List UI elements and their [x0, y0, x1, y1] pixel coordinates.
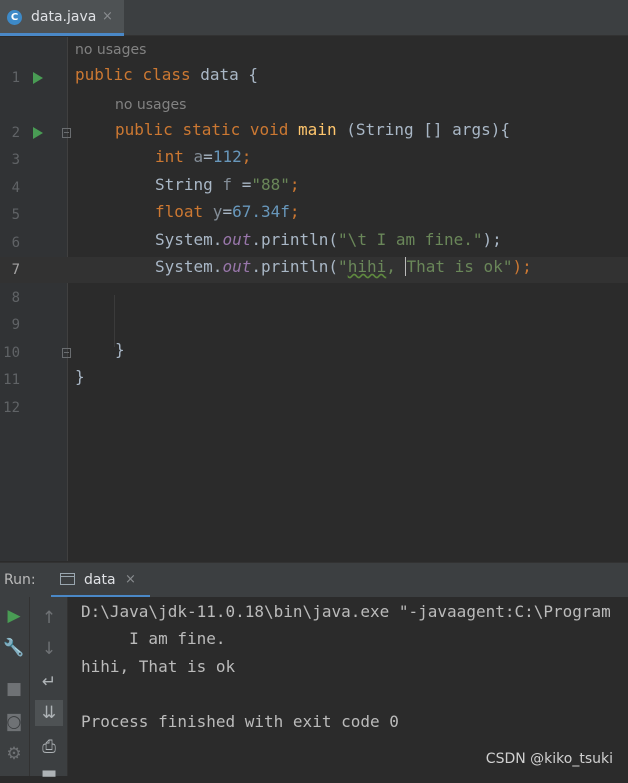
- console-line: Process finished with exit code 0: [81, 712, 399, 731]
- console-line: D:\Java\jdk-11.0.18\bin\java.exe "-javaa…: [81, 602, 611, 621]
- code-line-5[interactable]: 5 float y=67.34f;: [0, 202, 628, 228]
- run-toolbar-right: ↑ ↓ ↵ ⇊ ⎙ ▬: [30, 597, 68, 783]
- scroll-to-end-icon[interactable]: ⇊: [35, 700, 63, 726]
- fold-end-icon[interactable]: [62, 348, 71, 358]
- code-line-12[interactable]: 12: [0, 395, 628, 421]
- run-tab-label: data: [84, 572, 116, 588]
- stop-icon[interactable]: ■: [3, 679, 25, 699]
- rerun-icon[interactable]: ▶: [3, 606, 25, 626]
- fold-icon[interactable]: [62, 128, 71, 138]
- line-number: 3: [11, 152, 20, 168]
- tab-label: data.java: [31, 9, 97, 25]
- line-number: 6: [11, 235, 20, 251]
- line-number: 4: [11, 180, 20, 196]
- console-line: hihi, That is ok: [81, 657, 236, 676]
- code-line-3[interactable]: 3 int a=112;: [0, 147, 628, 173]
- down-arrow-icon[interactable]: ↓: [38, 639, 60, 659]
- print-icon[interactable]: ⎙: [38, 737, 60, 757]
- camera-icon[interactable]: ◙: [3, 712, 25, 732]
- wrench-icon[interactable]: 🔧: [3, 638, 25, 658]
- run-method-icon[interactable]: [33, 127, 43, 139]
- code-text: System.out.println("hihi, That is ok");: [155, 257, 532, 276]
- code-line-8[interactable]: 8: [0, 285, 628, 311]
- console-line: I am fine.: [81, 629, 226, 648]
- usages-hint[interactable]: no usages: [75, 42, 146, 58]
- run-toolbar-left: ▶ 🔧 ■ ◙ ⚙: [0, 597, 30, 776]
- code-line-11[interactable]: 11 }: [0, 367, 628, 393]
- usages-hint[interactable]: no usages: [115, 97, 186, 113]
- code-line-10[interactable]: 10 }: [0, 340, 628, 366]
- code-line-6[interactable]: 6 System.out.println("\t I am fine.");: [0, 230, 628, 256]
- code-line-7-current[interactable]: 7 System.out.println("hihi, That is ok")…: [0, 257, 628, 283]
- close-icon[interactable]: ×: [125, 572, 136, 587]
- run-label: Run:: [4, 572, 36, 588]
- code-line-9[interactable]: 9: [0, 312, 628, 338]
- line-number: 9: [11, 317, 20, 333]
- line-number: 8: [11, 290, 20, 306]
- code-text: float y=67.34f;: [155, 202, 300, 221]
- code-line-2[interactable]: 2 public static void main (String [] arg…: [0, 120, 628, 146]
- console-icon: [60, 573, 75, 585]
- run-class-icon[interactable]: [33, 72, 43, 84]
- code-editor[interactable]: no usages 1 public class data { no usage…: [0, 37, 628, 561]
- code-text: }: [115, 340, 125, 359]
- console-output[interactable]: D:\Java\jdk-11.0.18\bin\java.exe "-javaa…: [68, 597, 628, 776]
- run-tool-window-header: Run: data ×: [0, 562, 628, 598]
- code-text: System.out.println("\t I am fine.");: [155, 230, 502, 249]
- code-line-4[interactable]: 4 String f ="88";: [0, 175, 628, 201]
- code-text: }: [75, 367, 85, 386]
- line-number: 2: [11, 125, 20, 141]
- tab-data-java[interactable]: C data.java ×: [0, 0, 124, 36]
- code-text: public static void main (String [] args)…: [115, 120, 510, 139]
- run-tab-data[interactable]: data ×: [51, 563, 150, 598]
- code-text: int a=112;: [155, 147, 252, 166]
- line-number: 1: [11, 70, 20, 86]
- soft-wrap-icon[interactable]: ↵: [38, 672, 60, 692]
- watermark: CSDN @kiko_tsuki: [485, 751, 613, 767]
- line-number: 11: [3, 372, 20, 388]
- line-number: 12: [3, 400, 20, 416]
- line-number: 5: [11, 207, 20, 223]
- code-text: public class data {: [75, 65, 259, 84]
- editor-tab-bar: C data.java ×: [0, 0, 628, 36]
- code-text: String f ="88";: [155, 175, 300, 194]
- close-icon[interactable]: ×: [102, 9, 113, 24]
- trash-icon[interactable]: ▬: [38, 763, 60, 783]
- line-number: 7: [11, 262, 20, 278]
- line-number: 10: [3, 345, 20, 361]
- typo-warning: hihi: [347, 257, 387, 276]
- up-arrow-icon[interactable]: ↑: [38, 608, 60, 628]
- code-line-1[interactable]: 1 public class data {: [0, 65, 628, 91]
- settings-icon[interactable]: ⚙: [3, 744, 25, 764]
- java-class-icon: C: [7, 10, 22, 25]
